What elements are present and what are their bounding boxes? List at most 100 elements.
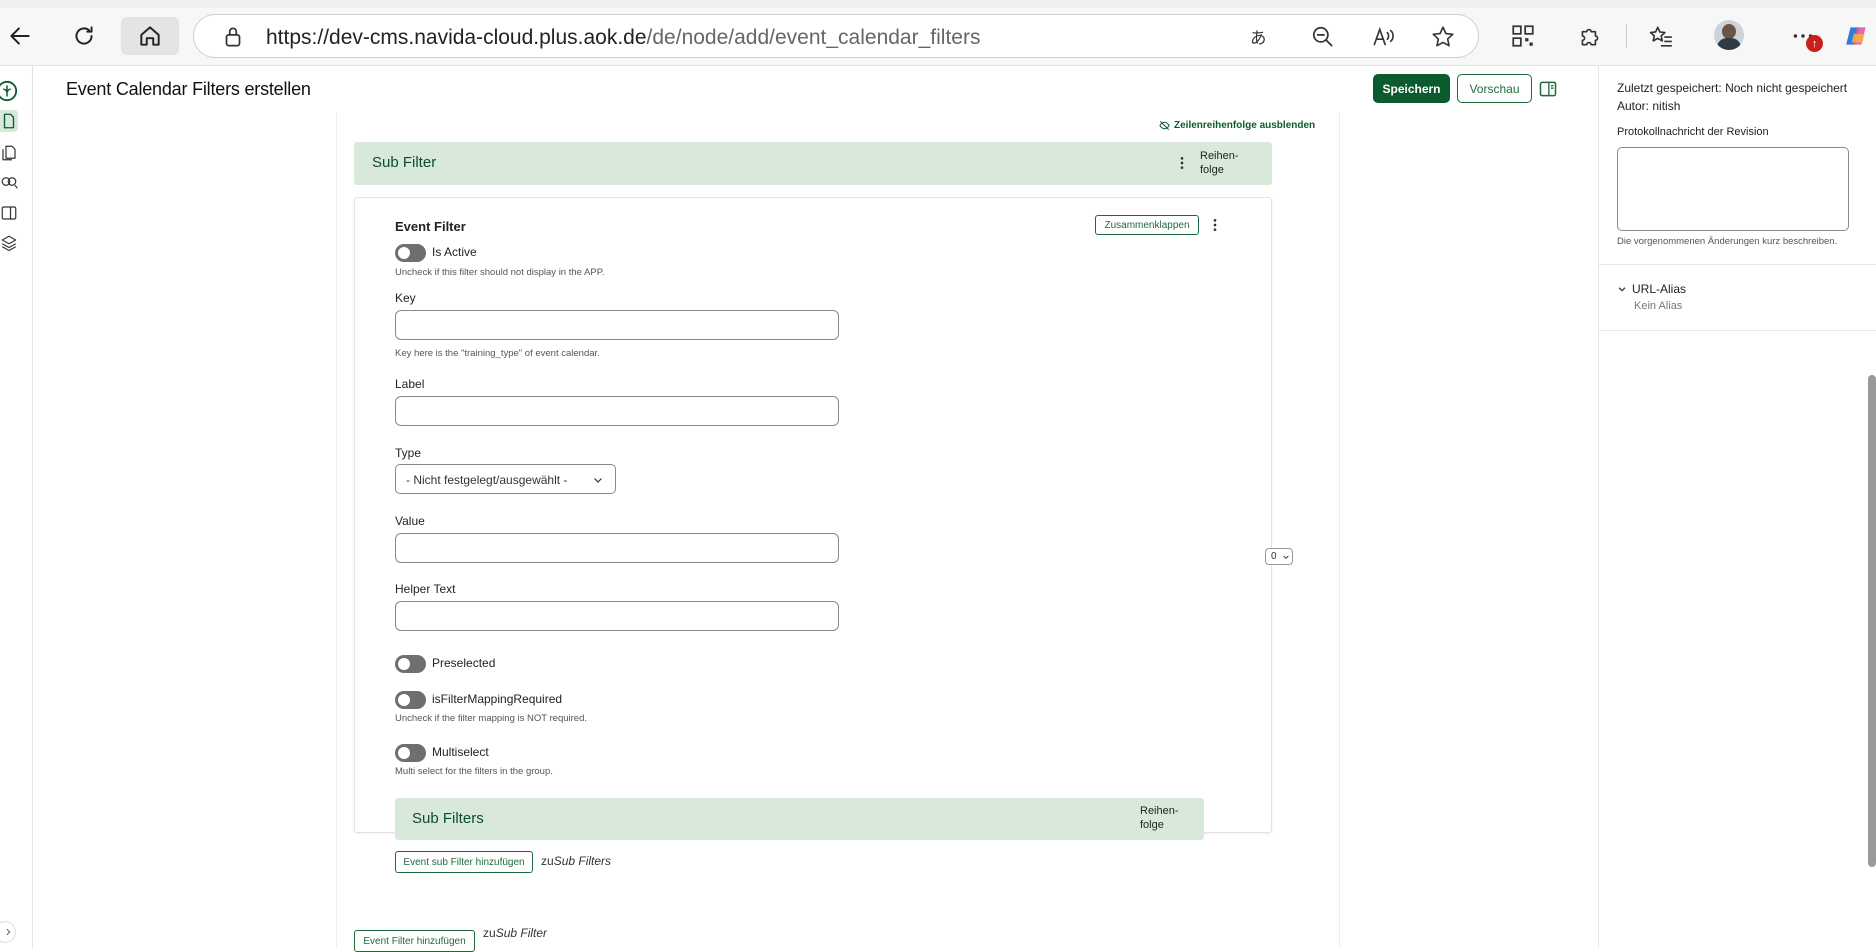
page-scrollbar[interactable] [1868, 375, 1876, 867]
read-aloud-icon[interactable] [1370, 24, 1396, 50]
translate-icon[interactable]: あ [1248, 24, 1274, 50]
svg-text:あ: あ [1250, 29, 1266, 48]
multiselect-toggle[interactable] [395, 744, 426, 762]
add-sub-filter-target-name: Sub Filters [553, 854, 612, 868]
chevron-down-icon [1618, 287, 1626, 292]
qr-code-button[interactable] [1503, 17, 1543, 55]
chevron-down-icon [1283, 555, 1289, 560]
event-filter-title: Event Filter [395, 219, 466, 234]
sub-filter-title: Sub Filter [372, 154, 437, 171]
favorite-star-icon[interactable] [1430, 24, 1456, 50]
content-icon[interactable] [0, 112, 18, 130]
arrow-left-icon [10, 27, 30, 45]
filter-mapping-label: isFilterMappingRequired [432, 692, 563, 706]
refresh-icon [75, 26, 93, 45]
type-select[interactable]: - Nicht festgelegt/ausgewählt - [395, 464, 616, 494]
page-header: Event Calendar Filters erstellen Speiche… [33, 66, 1598, 112]
zoom-out-icon[interactable] [1310, 24, 1336, 50]
url-alias-value: Kein Alias [1634, 300, 1683, 312]
chevron-down-icon [594, 478, 602, 483]
browser-toolbar: https://dev-cms.navida-cloud.plus.aok.de… [0, 0, 1876, 66]
reload-button[interactable] [64, 17, 104, 55]
is-active-toggle[interactable] [395, 244, 426, 262]
hide-row-order-label: Zeilenreihenfolge ausblenden [1174, 120, 1316, 131]
multiselect-help: Multi select for the filters in the grou… [395, 766, 553, 777]
author: Autor: nitish [1617, 99, 1680, 113]
author-label: Autor: [1617, 99, 1650, 113]
home-button[interactable] [121, 17, 179, 55]
value-input[interactable] [395, 533, 839, 563]
weight-select[interactable]: 0 [1265, 548, 1293, 565]
key-input[interactable] [395, 310, 839, 340]
last-saved: Zuletzt gespeichert: Noch nicht gespeich… [1617, 81, 1847, 95]
main-content: Zeilenreihenfolge ausblenden Sub Filter … [33, 112, 1598, 952]
save-button[interactable]: Speichern [1373, 74, 1450, 103]
multiselect-label: Multiselect [432, 745, 489, 759]
page-title: Event Calendar Filters erstellen [66, 79, 311, 99]
add-event-filter-target: zuSub Filter [483, 926, 547, 940]
sub-filters-title: Sub Filters [412, 810, 484, 827]
avatar[interactable] [1714, 20, 1744, 50]
paragraph-field-card: Zeilenreihenfolge ausblenden Sub Filter … [336, 112, 1340, 952]
extensions-button[interactable] [1570, 17, 1610, 55]
kebab-menu-icon[interactable] [1207, 217, 1223, 233]
favorites-list-icon [1649, 26, 1672, 47]
expand-rail-button[interactable] [0, 921, 16, 943]
site-logo-icon[interactable] [0, 80, 18, 102]
event-filter-card: Event Filter Zusammenklappen Is Active U… [354, 197, 1272, 873]
last-saved-label: Zuletzt gespeichert: [1617, 81, 1722, 95]
preselected-toggle[interactable] [395, 655, 426, 673]
label-label: Label [395, 377, 425, 391]
copilot-button[interactable] [1838, 17, 1876, 55]
add-sub-filter-target: zuSub Filters [541, 854, 611, 868]
add-event-filter-button[interactable]: Event Filter hinzufügen [354, 930, 475, 952]
lock-icon[interactable] [220, 24, 246, 50]
add-sub-filter-zu: zu [541, 854, 554, 868]
row-order-label-1: Reihen- [1140, 805, 1179, 817]
sidebar-divider [1599, 264, 1876, 265]
address-bar[interactable]: https://dev-cms.navida-cloud.plus.aok.de… [193, 14, 1479, 58]
label-input[interactable] [395, 396, 839, 426]
toolbar-divider [1626, 24, 1627, 48]
kebab-menu-icon[interactable] [1174, 155, 1190, 171]
row-order-label-2: folge [1200, 164, 1224, 176]
add-event-filter-zu: zu [483, 926, 496, 940]
is-active-label: Is Active [432, 245, 477, 259]
filter-mapping-help: Uncheck if the filter mapping is NOT req… [395, 713, 588, 724]
tab-strip [0, 0, 1876, 8]
layers-icon[interactable] [0, 234, 18, 252]
eye-off-icon [1159, 121, 1170, 130]
url-alias-toggle[interactable]: URL-Alias [1617, 282, 1686, 296]
preview-button[interactable]: Vorschau [1457, 74, 1532, 103]
chevron-right-icon [6, 928, 11, 936]
files-icon[interactable] [0, 144, 18, 162]
filter-mapping-toggle[interactable] [395, 691, 426, 709]
value-label: Value [395, 514, 425, 528]
add-event-filter-target-name: Sub Filter [495, 926, 548, 940]
hide-row-order-link[interactable]: Zeilenreihenfolge ausblenden [1159, 120, 1315, 131]
key-help: Key here is the "training_type" of event… [395, 348, 600, 359]
helper-text-input[interactable] [395, 601, 839, 631]
row-order-label-1: Reihen- [1200, 150, 1239, 162]
admin-toolbar-rail [0, 66, 33, 948]
puzzle-icon [1581, 28, 1599, 46]
collapse-button[interactable]: Zusammenklappen [1095, 215, 1199, 235]
add-event-sub-filter-button[interactable]: Event sub Filter hinzufügen [395, 851, 533, 873]
layout-icon[interactable] [0, 204, 18, 222]
revision-log-textarea[interactable] [1617, 147, 1849, 231]
meta-sidebar: Zuletzt gespeichert: Noch nicht gespeich… [1598, 66, 1876, 948]
preselected-label: Preselected [432, 656, 496, 670]
sub-filter-header: Sub Filter Reihen-folge [354, 142, 1272, 185]
author-value: nitish [1652, 99, 1681, 113]
row-order-label-2: folge [1140, 819, 1164, 831]
row-order-header: Reihen-folge [1200, 149, 1239, 177]
revision-log-help: Die vorgenommenen Änderungen kurz beschr… [1617, 236, 1838, 247]
helper-text-label: Helper Text [395, 582, 456, 596]
people-icon[interactable] [0, 174, 18, 192]
weight-select-value: 0 [1271, 551, 1277, 562]
url-text[interactable]: https://dev-cms.navida-cloud.plus.aok.de… [266, 26, 980, 50]
back-button[interactable] [0, 17, 40, 55]
favorites-button[interactable] [1641, 17, 1681, 55]
sidebar-toggle-icon[interactable] [1538, 79, 1558, 99]
qr-code-icon [1512, 25, 1534, 47]
